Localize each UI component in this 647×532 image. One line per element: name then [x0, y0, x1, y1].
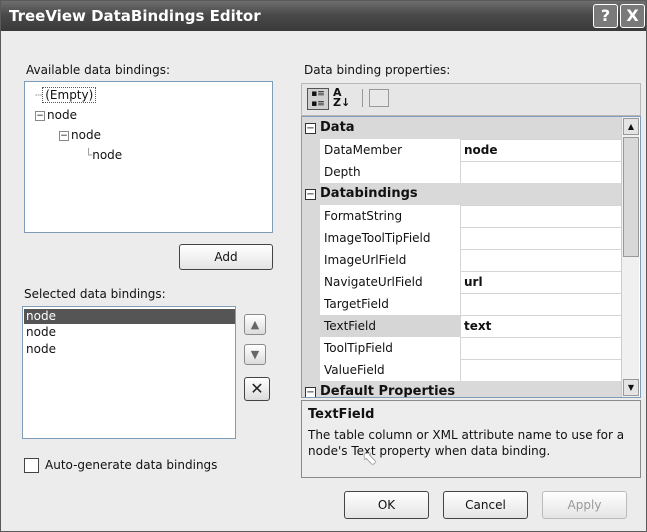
collapse-icon[interactable]: −: [35, 110, 45, 121]
help-button[interactable]: ?: [593, 4, 618, 28]
scroll-up-icon[interactable]: ▲: [623, 118, 639, 135]
collapse-icon[interactable]: −: [59, 130, 69, 141]
tree-item-node-level3[interactable]: └node: [85, 148, 122, 162]
collapse-icon[interactable]: −: [305, 123, 316, 134]
property-row[interactable]: ImageToolTipField: [302, 227, 621, 250]
ok-button[interactable]: OK: [344, 491, 429, 519]
autogen-label: Auto-generate data bindings: [45, 458, 218, 472]
autogen-checkbox[interactable]: [24, 458, 39, 473]
remove-button[interactable]: ✕: [244, 377, 270, 401]
category-databindings[interactable]: − Databindings: [302, 183, 621, 206]
move-up-button[interactable]: ▲: [244, 314, 266, 335]
property-row[interactable]: Depth: [302, 161, 621, 184]
available-bindings-label: Available data bindings:: [26, 63, 170, 77]
tree-item-node-level2[interactable]: − node: [59, 128, 101, 142]
description-title: TextField: [308, 407, 375, 422]
property-row[interactable]: NavigateUrlField url: [302, 271, 621, 294]
close-button[interactable]: X: [620, 4, 645, 28]
dialog-window: TreeView DataBindings Editor ? X Availab…: [0, 0, 647, 532]
scroll-down-icon[interactable]: ▼: [623, 379, 639, 396]
collapse-icon[interactable]: −: [305, 387, 316, 397]
toolbar-divider: [362, 89, 363, 107]
properties-label: Data binding properties:: [304, 63, 451, 77]
arrow-down-icon: ▼: [250, 348, 260, 361]
list-item[interactable]: node: [24, 309, 235, 324]
description-text: The table column or XML attribute name t…: [308, 428, 625, 458]
property-row-selected[interactable]: TextField text: [302, 315, 621, 338]
property-pages-icon[interactable]: [369, 89, 389, 107]
sort-alpha-icon[interactable]: A Z↓: [333, 87, 355, 108]
cancel-button[interactable]: Cancel: [443, 491, 528, 519]
apply-button[interactable]: Apply: [542, 491, 627, 519]
add-button[interactable]: Add: [179, 244, 273, 270]
property-grid[interactable]: − Data DataMember node Depth − Databindin…: [301, 116, 641, 398]
property-scrollbar[interactable]: ▲ ▼: [621, 117, 639, 397]
available-bindings-tree[interactable]: ┄ (Empty) − node − node └node: [24, 81, 273, 233]
category-data[interactable]: − Data: [302, 117, 621, 140]
selected-bindings-label: Selected data bindings:: [24, 287, 166, 301]
tree-item-empty[interactable]: ┄ (Empty): [35, 87, 97, 103]
move-down-button[interactable]: ▼: [244, 344, 266, 365]
window-title: TreeView DataBindings Editor: [9, 7, 261, 25]
title-bar: TreeView DataBindings Editor ? X: [1, 1, 646, 31]
property-row[interactable]: ImageUrlField: [302, 249, 621, 272]
categorized-icon[interactable]: ▪≡ ▪≡: [307, 88, 329, 110]
collapse-icon[interactable]: −: [305, 189, 316, 200]
scroll-thumb[interactable]: [623, 137, 639, 257]
tree-item-node-level1[interactable]: − node: [35, 108, 77, 122]
property-row[interactable]: FormatString: [302, 205, 621, 228]
property-toolbar: ▪≡ ▪≡ A Z↓: [301, 83, 641, 116]
property-row[interactable]: ToolTipField: [302, 337, 621, 360]
list-item[interactable]: node: [24, 342, 235, 357]
property-row[interactable]: ValueField: [302, 359, 621, 382]
property-row[interactable]: TargetField: [302, 293, 621, 316]
list-item[interactable]: node: [24, 325, 235, 340]
property-row[interactable]: DataMember node: [302, 139, 621, 162]
delete-x-icon: ✕: [250, 379, 264, 398]
mouse-cursor-icon: ⬉: [362, 448, 378, 469]
selected-bindings-list[interactable]: node node node: [22, 306, 236, 439]
description-panel: TextField The table column or XML attrib…: [301, 400, 641, 478]
arrow-up-icon: ▲: [250, 318, 260, 331]
category-default-properties[interactable]: − Default Properties: [302, 381, 621, 397]
